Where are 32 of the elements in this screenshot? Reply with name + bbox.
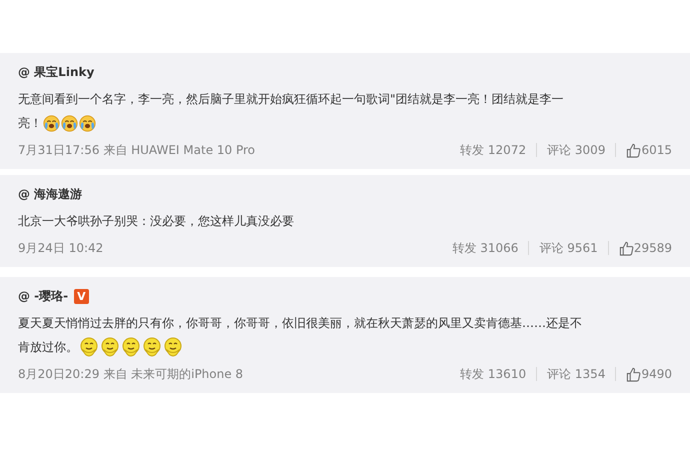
- verified-badge: V: [74, 288, 89, 304]
- comment-count[interactable]: 评论 3009: [547, 141, 606, 159]
- smiling-emoji-icon: [79, 337, 99, 357]
- smiling-emoji-icon: [100, 337, 120, 357]
- comment-count[interactable]: 评论 1354: [547, 365, 606, 383]
- thumbs-up-icon: [626, 366, 642, 382]
- comment-text: 夏天夏天悄悄过去胖的只有你，你哥哥，你哥哥，依旧很美丽，就在秋天萧瑟的风里又卖肯德基……还是不: [18, 315, 582, 332]
- repost-count[interactable]: 转发 13610: [460, 365, 526, 383]
- user-name[interactable]: @ -璎珞-: [18, 287, 68, 305]
- like-count[interactable]: 6015: [641, 141, 672, 159]
- user-name[interactable]: @ 海海遨游: [18, 185, 82, 203]
- thumbs-up-icon: [626, 142, 642, 158]
- user-name[interactable]: @ 果宝Linky: [18, 63, 94, 81]
- repost-count[interactable]: 转发 31066: [452, 239, 518, 257]
- post-time: 9月24日 10:42: [18, 240, 104, 257]
- crying-emoji-icon: [79, 114, 96, 132]
- comment-text: 亮！: [18, 115, 42, 132]
- crying-emoji-icon: [43, 114, 60, 132]
- repost-count[interactable]: 转发 12072: [460, 141, 526, 159]
- comment-text: 无意间看到一个名字，李一亮，然后脑子里就开始疯狂循环起一句歌词"团结就是李一亮！团结就是李一: [18, 91, 564, 108]
- smiling-emoji-icon: [142, 337, 162, 357]
- post-time: 8月20日20:29 来自 未来可期的iPhone 8: [18, 366, 244, 383]
- like-count[interactable]: 29589: [634, 239, 672, 257]
- thumbs-up-icon: [618, 240, 634, 256]
- comment-text: 肯放过你。: [18, 339, 78, 356]
- post-time: 7月31日17:56 来自 HUAWEI Mate 10 Pro: [18, 142, 256, 159]
- smiling-emoji-icon: [121, 337, 141, 357]
- like-count[interactable]: 9490: [641, 365, 672, 383]
- crying-emoji-icon: [61, 114, 78, 132]
- smiling-emoji-icon: [163, 337, 183, 357]
- comment-text: 北京一大爷哄孙子别哭：没必要，您这样儿真没必要: [18, 213, 294, 230]
- comment-count[interactable]: 评论 9561: [539, 239, 598, 257]
